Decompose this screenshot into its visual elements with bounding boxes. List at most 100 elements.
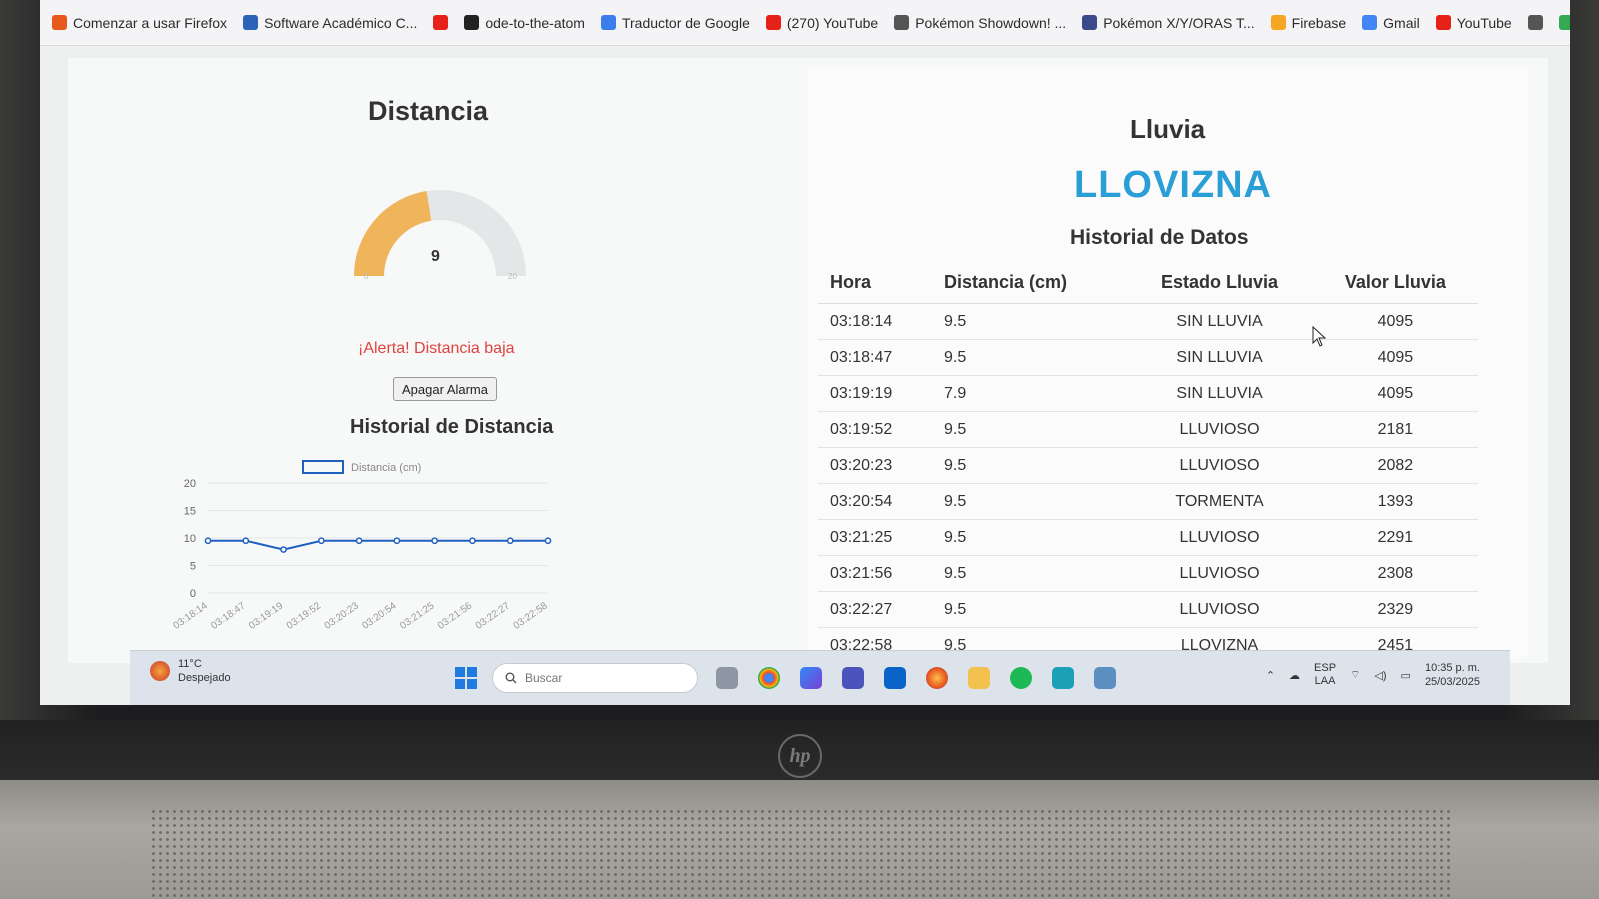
table-cell: 9.5 [932,411,1127,448]
google-icon [1362,15,1378,30]
arduino-icon[interactable] [1052,667,1074,689]
column-header: Distancia (cm) [932,264,1127,304]
table-row: 03:21:56 9.5 LLUVIOSO 2308 [818,555,1478,592]
series-line [208,539,548,551]
y-tick-label: 10 [184,533,196,545]
table-cell: LLUVIOSO [1126,519,1313,556]
current-rain-state: LLOVIZNA [1074,164,1272,206]
language-indicator[interactable]: ESP LAA [1314,662,1336,688]
table-cell: 9.5 [932,591,1127,628]
weather-widget[interactable]: 11°C Despejado [150,657,231,685]
bookmark-label: Comenzar a usar Firefox [73,14,228,31]
table-row: 03:21:25 9.5 LLUVIOSO 2291 [818,519,1478,556]
weather-icon [150,661,170,681]
y-tick-label: 15 [184,506,196,518]
bookmark-label: Firebase [1291,14,1347,31]
teams-icon[interactable] [842,667,864,689]
x-tick-label: 03:19:19 [247,600,286,632]
table-cell: LLUVIOSO [1126,591,1313,628]
table-cell: 2308 [1312,555,1478,592]
bookmark-item[interactable]: Pokémon X/Y/ORAS T... [1082,15,1255,31]
data-point [431,537,439,545]
data-point [355,537,363,545]
bookmark-item[interactable]: Gmail [1362,15,1420,31]
table-cell: 9.5 [932,483,1127,520]
bookmark-item[interactable] [433,15,449,30]
bookmark-item[interactable]: Software Académico C... [243,15,417,31]
column-header: Estado Lluvia [1126,264,1313,304]
table-cell: 03:21:56 [818,555,933,592]
weather-desc: Despejado [178,672,231,684]
table-row: 03:20:54 9.5 TORMENTA 1393 [818,483,1478,520]
translate-icon [600,15,616,30]
table-cell: 03:22:27 [818,591,933,628]
x-tick-label: 03:18:47 [209,600,248,632]
windows-start-icon[interactable] [455,667,477,689]
table-cell: 03:18:14 [818,303,933,340]
table-cell: 9.5 [932,555,1127,592]
apagar-alarma-button[interactable]: Apagar Alarma [393,377,497,401]
table-row: 03:20:23 9.5 LLUVIOSO 2082 [818,447,1478,484]
cloud-icon[interactable]: ☁ [1289,669,1300,682]
table-cell: 9.5 [932,519,1127,556]
bookmark-item[interactable]: Traductor de Google [600,15,750,31]
table-cell: SIN LLUVIA [1126,375,1313,412]
table-row: 03:18:47 9.5 SIN LLUVIA 4095 [818,339,1478,376]
battery-icon[interactable]: ▭ [1401,669,1411,682]
photos-icon[interactable] [1094,667,1116,689]
showdown-icon [894,15,910,30]
distance-history-chart: 05101520Distancia (cm)03:18:14 03:18:47 03… [172,460,552,632]
table-cell: 2329 [1312,591,1478,628]
lluvia-card: Lluvia LLOVIZNA Historial de Datos Hora D… [808,68,1528,664]
distancia-title: Distancia [368,96,489,126]
chrome-icon[interactable] [758,667,780,689]
table-row: 03:18:14 9.5 SIN LLUVIA 4095 [818,303,1478,340]
column-header: Hora [818,264,933,304]
bookmark-item[interactable]: ode-to-the-atom [464,15,585,31]
x-tick-label: 03:21:25 [398,600,437,632]
spotify-icon[interactable] [1010,667,1032,689]
bookmark-label: (270) YouTube [786,14,879,31]
data-point [242,537,250,545]
outlook-icon[interactable] [884,667,906,689]
distance-gauge: 0 20 [354,190,526,281]
firefox-icon[interactable] [926,667,948,689]
weather-temp: 11°C [178,658,202,670]
taskbar-search[interactable]: Buscar [492,663,698,693]
task-view-icon[interactable] [716,667,738,689]
data-point [280,546,287,553]
x-tick-label: 03:22:58 [512,600,551,632]
file-explorer-icon[interactable] [968,667,990,689]
system-clock[interactable]: 10:35 p. m. 25/03/2025 [1425,661,1480,689]
clock-time: 10:35 p. m. [1424,662,1480,674]
chevron-up-icon[interactable]: ⌃ [1266,669,1275,682]
x-tick-label: 03:22:27 [474,600,513,632]
copilot-icon[interactable] [800,667,822,689]
gauge-fill [354,191,432,276]
wifi-icon[interactable]: ⌔ [1350,668,1360,682]
software-icon [243,15,259,30]
table-cell: 03:20:54 [818,483,933,520]
historial-datos-title: Historial de Datos [1070,226,1249,249]
bookmark-item[interactable]: Pokémon Showdown! ... [894,15,1066,31]
table-cell: 03:21:25 [818,519,933,556]
volume-icon[interactable]: ◁) [1374,669,1386,682]
x-tick-label: 03:21:56 [436,600,475,632]
history-table: Hora Distancia (cm) Estado Lluvia Valor Llu… [818,264,1478,664]
x-tick-label: 03:19:52 [285,600,324,632]
search-placeholder: Buscar [525,671,563,685]
data-point [544,537,552,545]
table-cell: SIN LLUVIA [1126,339,1313,376]
table-cell: 4095 [1312,303,1478,340]
table-cell: 7.9 [932,375,1127,412]
bookmark-item[interactable]: Comenzar a usar Firefox [52,15,227,31]
bookmark-item[interactable]: Firebase [1270,14,1347,31]
firebase-icon [1270,15,1286,30]
legend-swatch [302,460,344,474]
bookmark-item[interactable]: Ma [1558,15,1570,31]
bookmark-item[interactable]: (270) YouTube [765,14,879,31]
table-cell: LLUVIOSO [1126,411,1313,448]
mouse-cursor-icon [1312,326,1327,347]
bookmark-item[interactable] [1527,15,1543,30]
bookmark-item[interactable]: YouTube [1435,15,1512,31]
